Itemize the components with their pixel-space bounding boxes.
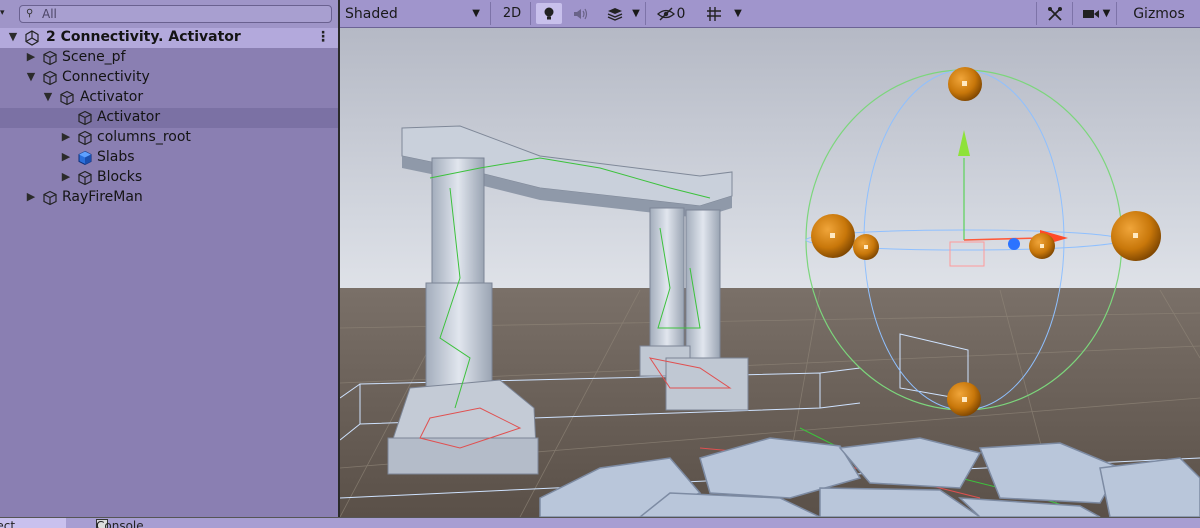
expand-arrow-icon[interactable]: ▶ <box>25 190 37 203</box>
scene-name: 2 Connectivity. Activator <box>46 29 241 45</box>
effects-dropdown-caret-icon[interactable]: ▼ <box>630 3 642 24</box>
collapse-arrow-icon[interactable]: ▼ <box>42 90 54 103</box>
hierarchy-item-blocks[interactable]: ▶ Blocks <box>0 168 338 188</box>
hierarchy-item-label: Slabs <box>97 149 135 165</box>
toolbar-separator <box>1072 2 1073 25</box>
toolbar-separator <box>1036 2 1037 25</box>
gameobject-cube-icon <box>60 90 74 106</box>
hierarchy-item-label: Blocks <box>97 169 143 185</box>
expand-arrow-icon[interactable]: ▶ <box>60 170 72 183</box>
toolbar-separator <box>490 2 491 25</box>
gameobject-cube-icon <box>43 70 57 86</box>
tools-icon <box>1048 6 1062 21</box>
hierarchy-item-label: Activator <box>80 89 144 105</box>
toolbar-separator <box>1116 2 1117 25</box>
gameobject-cube-icon <box>78 130 92 146</box>
component-tools-button[interactable] <box>1042 3 1068 24</box>
search-icon: ⚲ <box>26 8 34 19</box>
scene-menu-icon[interactable]: ⋮ <box>316 29 330 45</box>
hierarchy-panel: ▾ ⚲ ▼ 2 Connectivity. Activator ⋮ ▶ Scen… <box>0 0 338 517</box>
dropdown-caret-icon: ▼ <box>1102 8 1111 19</box>
unity-scene-icon <box>25 30 39 46</box>
scene-audio-button[interactable] <box>568 3 594 24</box>
scene-view-panel: Shaded ▼ 2D ▼ 0 ▼ ▼ Gizmos <box>340 0 1200 517</box>
hierarchy-item-label: Scene_pf <box>62 49 126 65</box>
toolbar-separator <box>645 2 646 25</box>
scene-effects-button[interactable] <box>602 3 628 24</box>
grid-toggle-button[interactable] <box>700 3 728 24</box>
eye-hidden-icon <box>656 7 675 20</box>
grid-dropdown-caret-icon[interactable]: ▼ <box>730 3 746 24</box>
hierarchy-item-slabs[interactable]: ▶ Slabs <box>0 148 338 168</box>
lightbulb-icon <box>544 7 554 19</box>
hierarchy-search-input[interactable] <box>42 6 322 22</box>
create-dropdown-icon[interactable]: ▾ <box>0 8 8 18</box>
layers-icon <box>607 7 623 21</box>
speaker-icon <box>574 8 588 19</box>
gameobject-cube-icon <box>43 190 57 206</box>
hierarchy-item-connectivity[interactable]: ▼ Connectivity <box>0 68 338 88</box>
prefab-cube-icon <box>78 150 92 166</box>
video-camera-icon <box>1082 9 1099 18</box>
2d-mode-label: 2D <box>502 6 522 21</box>
hidden-objects-count: 0 <box>676 5 686 22</box>
toolbar-separator <box>530 2 531 25</box>
dropdown-caret-icon: ▼ <box>472 8 480 19</box>
expand-arrow-icon[interactable]: ▶ <box>60 130 72 143</box>
hierarchy-item-label: Activator <box>97 109 161 125</box>
hierarchy-item-scene-pf[interactable]: ▶ Scene_pf <box>0 48 338 68</box>
hierarchy-item-rayfireman[interactable]: ▶ RayFireMan <box>0 188 338 208</box>
gameobject-cube-icon <box>78 110 92 126</box>
expand-arrow-icon[interactable]: ▶ <box>25 50 37 63</box>
grid-icon <box>707 6 721 21</box>
shading-mode-dropdown[interactable]: Shaded ▼ <box>340 3 488 24</box>
bottom-tab-bar: Project Console <box>0 517 1200 528</box>
scene-row[interactable]: ▼ 2 Connectivity. Activator ⋮ <box>0 28 338 48</box>
collapse-arrow-icon[interactable]: ▼ <box>7 30 19 43</box>
gameobject-cube-icon <box>43 50 57 66</box>
hierarchy-item-activator-selected[interactable]: Activator <box>0 108 338 128</box>
shading-mode-label: Shaded <box>345 5 398 22</box>
hidden-objects-toggle[interactable]: 0 <box>650 3 692 24</box>
hierarchy-item-label: columns_root <box>97 129 191 145</box>
camera-settings-button[interactable]: ▼ <box>1078 3 1114 24</box>
hierarchy-item-label: Connectivity <box>62 69 150 85</box>
hierarchy-item-columns-root[interactable]: ▶ columns_root <box>0 128 338 148</box>
hierarchy-search-box[interactable]: ⚲ <box>19 5 332 23</box>
gameobject-cube-icon <box>78 170 92 186</box>
gizmos-dropdown[interactable]: Gizmos <box>1118 3 1200 24</box>
scene-toolbar: Shaded ▼ 2D ▼ 0 ▼ ▼ Gizmos <box>340 0 1200 28</box>
gizmos-label: Gizmos <box>1133 5 1185 22</box>
scene-viewport[interactable] <box>340 28 1200 517</box>
scene-lighting-button[interactable] <box>536 3 562 24</box>
hierarchy-item-activator-parent[interactable]: ▼ Activator <box>0 88 338 108</box>
hierarchy-item-label: RayFireMan <box>62 189 143 205</box>
collapse-arrow-icon[interactable]: ▼ <box>25 70 37 83</box>
2d-mode-button[interactable]: 2D <box>498 3 526 24</box>
hierarchy-toolbar: ▾ ⚲ <box>0 0 338 29</box>
expand-arrow-icon[interactable]: ▶ <box>60 150 72 163</box>
